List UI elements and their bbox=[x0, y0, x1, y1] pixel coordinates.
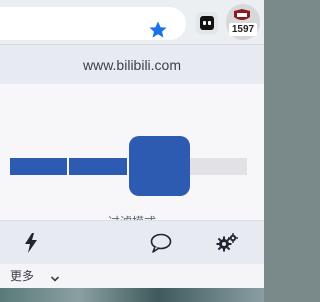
ublock-icon bbox=[233, 9, 251, 23]
extension-button[interactable] bbox=[196, 12, 218, 34]
gear-icon[interactable] bbox=[216, 232, 238, 254]
extension-icon bbox=[200, 16, 214, 30]
address-bar[interactable] bbox=[0, 7, 186, 40]
browser-window: 1597 www.bilibili.com 过滤模式 优化 bbox=[0, 0, 264, 302]
extension-icon-eye-right bbox=[208, 21, 211, 25]
blocked-count-badge: 1597 bbox=[229, 23, 257, 36]
ublock-popup: www.bilibili.com 过滤模式 优化 bbox=[0, 44, 264, 302]
filter-level-segment-2[interactable] bbox=[69, 158, 127, 175]
star-icon[interactable] bbox=[148, 20, 168, 40]
chat-icon[interactable] bbox=[150, 232, 172, 254]
ublock-extension-button[interactable]: 1597 bbox=[226, 4, 260, 40]
filter-level-segment-4[interactable] bbox=[190, 158, 247, 175]
filter-level-control[interactable]: 过滤模式 优化 bbox=[0, 84, 264, 247]
more-toggle[interactable]: 更多 bbox=[0, 264, 264, 288]
chevron-down-icon bbox=[50, 271, 60, 282]
more-label: 更多 bbox=[10, 269, 35, 283]
extension-icon-eye-left bbox=[203, 21, 206, 25]
tools-bar bbox=[0, 220, 264, 264]
zap-icon[interactable] bbox=[20, 232, 42, 254]
hostname-label: www.bilibili.com bbox=[82, 57, 182, 73]
filter-level-segment-1[interactable] bbox=[10, 158, 67, 175]
page-background-strip bbox=[0, 288, 264, 302]
filter-level-handle[interactable] bbox=[129, 136, 190, 196]
hostname-header: www.bilibili.com bbox=[0, 44, 264, 84]
browser-toolbar: 1597 bbox=[0, 0, 264, 44]
